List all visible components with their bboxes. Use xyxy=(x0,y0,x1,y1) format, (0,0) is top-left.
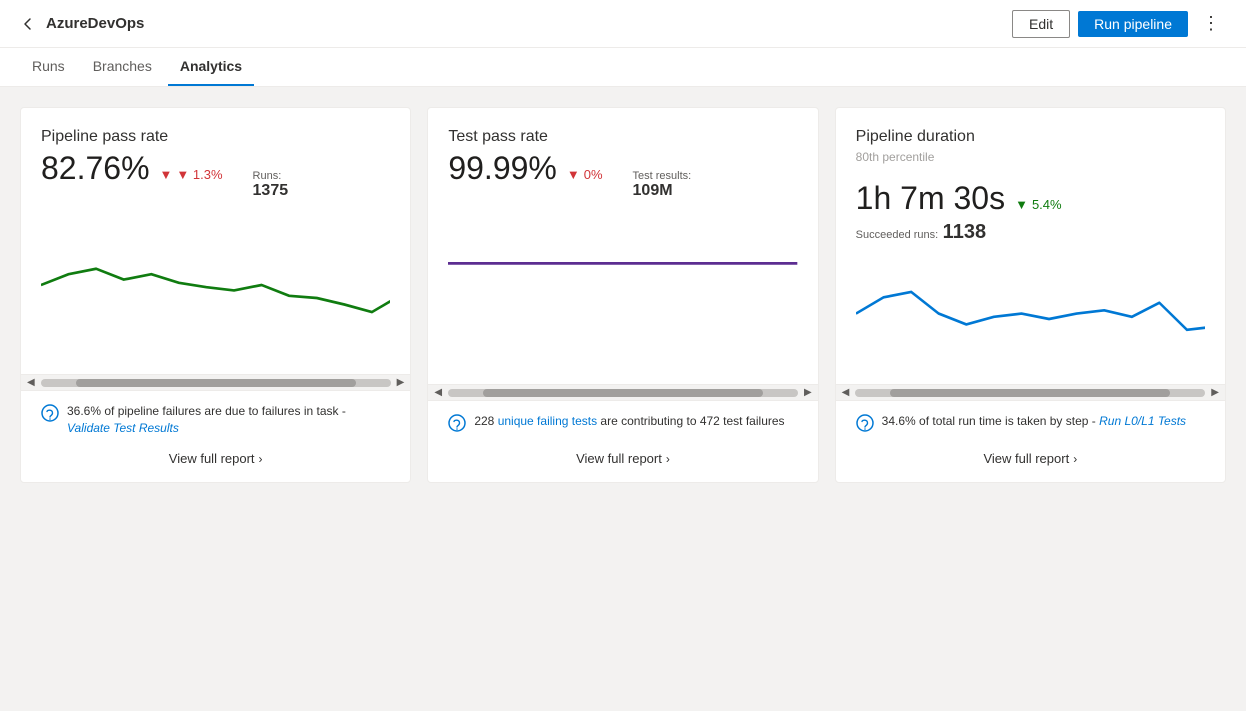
run-pipeline-button[interactable]: Run pipeline xyxy=(1078,11,1188,37)
scroll-left-icon[interactable]: ◀ xyxy=(25,377,37,388)
insight3-icon xyxy=(856,414,874,437)
scroll-right-icon[interactable]: ▶ xyxy=(395,377,407,388)
app-title: AzureDevOps xyxy=(46,15,1012,32)
failing-tests-link[interactable]: unique failing tests xyxy=(498,414,597,428)
change-arrow-down2-icon: ▼ xyxy=(567,167,580,182)
duration-scrollbar[interactable]: ◀ ▶ xyxy=(836,384,1225,400)
card-subtitle-duration: 80th percentile xyxy=(856,150,1205,164)
duration-footer: 34.6% of total run time is taken by step… xyxy=(836,400,1225,482)
pipeline-insight-text: 36.6% of pipeline failures are due to fa… xyxy=(67,403,390,437)
tab-runs[interactable]: Runs xyxy=(20,48,77,86)
pipeline-pass-rate-card: Pipeline pass rate 82.76% ▼ ▼ 1.3% Runs:… xyxy=(20,107,411,483)
more-options-button[interactable]: ⋮ xyxy=(1196,9,1226,38)
pipeline-pass-footer: 36.6% of pipeline failures are due to fa… xyxy=(21,390,410,482)
test-pass-rate-card: Test pass rate 99.99% ▼ 0% Test results:… xyxy=(427,107,818,483)
view-report3-arrow-icon: › xyxy=(1073,452,1077,466)
test-insight-text: 228 unique failing tests are contributin… xyxy=(474,413,784,430)
test-pass-footer: 228 unique failing tests are contributin… xyxy=(428,400,817,482)
tab-branches[interactable]: Branches xyxy=(81,48,164,86)
metric-value-duration: 1h 7m 30s xyxy=(856,180,1005,217)
change-arrow-up-icon: ▼ xyxy=(1015,197,1028,212)
pipeline-pass-chart xyxy=(41,220,390,350)
runs-label: Runs: xyxy=(253,170,289,182)
test-results-side: Test results: 109M xyxy=(633,170,692,200)
pipeline-insight-link[interactable]: Validate Test Results xyxy=(67,421,179,435)
metric-change-test: ▼ 0% xyxy=(567,167,603,182)
succeeded-label: Succeeded runs: xyxy=(856,229,939,241)
insight2-icon xyxy=(448,414,466,437)
metric-change-pipeline: ▼ ▼ 1.3% xyxy=(160,167,223,182)
metric-value-test: 99.99% xyxy=(448,150,557,187)
runs-side-stat: Runs: 1375 xyxy=(253,170,289,200)
duration-insight-text: 34.6% of total run time is taken by step… xyxy=(882,413,1186,430)
header: AzureDevOps Edit Run pipeline ⋮ xyxy=(0,0,1246,48)
duration-insight: 34.6% of total run time is taken by step… xyxy=(856,413,1205,437)
runs-value: 1375 xyxy=(253,182,289,200)
test-view-report[interactable]: View full report › xyxy=(448,447,797,466)
duration-insight-link[interactable]: Run L0/L1 Tests xyxy=(1099,414,1186,428)
scroll-left2-icon[interactable]: ◀ xyxy=(432,387,444,398)
card-title-duration: Pipeline duration xyxy=(856,128,1205,146)
succeeded-value: 1138 xyxy=(943,221,986,243)
edit-button[interactable]: Edit xyxy=(1012,10,1070,38)
test-pass-chart xyxy=(448,220,797,350)
metric-value-pipeline: 82.76% xyxy=(41,150,150,187)
test-scrollbar[interactable]: ◀ ▶ xyxy=(428,384,817,400)
test-results-value: 109M xyxy=(633,182,692,200)
pipeline-insight: 36.6% of pipeline failures are due to fa… xyxy=(41,403,390,437)
metric-change-duration: ▼ 5.4% xyxy=(1015,197,1062,212)
pipeline-view-report[interactable]: View full report › xyxy=(41,447,390,466)
main-content: Pipeline pass rate 82.76% ▼ ▼ 1.3% Runs:… xyxy=(0,87,1246,503)
pipeline-scrollbar[interactable]: ◀ ▶ xyxy=(21,374,410,390)
duration-view-report[interactable]: View full report › xyxy=(856,447,1205,466)
nav-tabs: Runs Branches Analytics xyxy=(0,48,1246,87)
change-arrow-down-icon: ▼ xyxy=(160,167,173,182)
duration-chart xyxy=(856,254,1205,384)
card-title-test-pass: Test pass rate xyxy=(448,128,797,146)
view-report2-arrow-icon: › xyxy=(666,452,670,466)
tab-analytics[interactable]: Analytics xyxy=(168,48,254,86)
view-report-arrow-icon: › xyxy=(259,452,263,466)
card-title-pipeline-pass: Pipeline pass rate xyxy=(41,128,390,146)
test-insight: 228 unique failing tests are contributin… xyxy=(448,413,797,437)
header-actions: Edit Run pipeline ⋮ xyxy=(1012,9,1226,38)
scroll-right2-icon[interactable]: ▶ xyxy=(802,387,814,398)
test-results-label: Test results: xyxy=(633,170,692,182)
pipeline-duration-card: Pipeline duration 80th percentile 1h 7m … xyxy=(835,107,1226,483)
back-button[interactable] xyxy=(20,16,36,32)
insight-icon xyxy=(41,404,59,427)
scroll-left3-icon[interactable]: ◀ xyxy=(840,387,852,398)
scroll-right3-icon[interactable]: ▶ xyxy=(1209,387,1221,398)
more-icon: ⋮ xyxy=(1202,13,1220,33)
